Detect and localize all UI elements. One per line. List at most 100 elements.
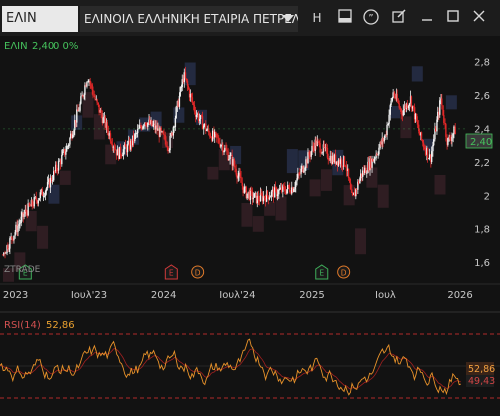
volume-box	[343, 185, 355, 206]
candle-body	[7, 245, 9, 250]
volume-box	[377, 184, 389, 208]
volume-box	[286, 149, 298, 174]
candle-body	[53, 170, 56, 172]
toolbar: ΕΛΙΝ ΕΛΙΝΟΙΛ ΕΛΛΗΝΙΚΗ ΕΤΑΙΡΙΑ ΠΕΤΡΕΛΑΙΩ …	[0, 0, 500, 36]
candle-body	[331, 155, 334, 164]
candle-body	[451, 136, 453, 141]
candle-body	[280, 187, 283, 192]
candle-body	[368, 161, 370, 171]
candle-body	[422, 142, 425, 148]
candle-body	[293, 189, 295, 193]
candle-body	[286, 184, 289, 190]
y-tick-label: 2,2	[474, 158, 490, 169]
candle-body	[78, 110, 80, 112]
volume-box	[241, 202, 253, 227]
candle-body	[412, 105, 415, 108]
candle-body	[171, 132, 173, 136]
candle-body	[102, 117, 104, 123]
candle-body	[67, 144, 70, 147]
last-price-text: 2,40	[470, 137, 492, 148]
candle-body	[333, 154, 336, 163]
candle-body	[317, 140, 319, 142]
candle-body	[9, 238, 11, 249]
candle-body	[430, 151, 433, 162]
legend-change: 0 0%	[53, 41, 78, 52]
candle-body	[98, 104, 100, 113]
x-tick-label: 2024	[151, 290, 176, 301]
candle-body	[134, 133, 137, 135]
candle-body	[70, 133, 72, 139]
candle-body	[136, 129, 139, 134]
candle-body	[211, 130, 214, 141]
x-tick-label: 2025	[299, 290, 324, 301]
close-icon[interactable]	[470, 9, 488, 27]
layout-icon[interactable]	[336, 9, 354, 27]
candle-body	[270, 191, 273, 197]
candle-body	[86, 81, 88, 87]
candle-body	[404, 105, 407, 110]
legend-symbol: ΕΛΙΝ	[4, 41, 28, 52]
candle-body	[250, 189, 252, 191]
candle-body	[370, 158, 372, 168]
candle-body	[100, 109, 102, 115]
candle-body	[276, 194, 279, 197]
candle-body	[272, 189, 275, 198]
candle-body	[29, 205, 31, 207]
candle-body	[380, 142, 382, 145]
candle-body	[94, 96, 96, 100]
candle-body	[145, 122, 147, 126]
candle-body	[178, 95, 181, 107]
minimize-icon[interactable]	[418, 9, 436, 27]
maximize-icon[interactable]	[444, 9, 462, 27]
candle-body	[439, 100, 441, 115]
candle-body	[297, 173, 299, 179]
candle-body	[447, 138, 449, 145]
candle-body	[174, 118, 177, 128]
edit-icon[interactable]	[390, 9, 408, 27]
candle-body	[151, 120, 153, 126]
candle-body	[327, 157, 329, 160]
candle-body	[35, 197, 37, 201]
candle-body	[90, 83, 92, 85]
event-marker: D	[191, 265, 205, 279]
candle-body	[43, 195, 46, 197]
event-marker-letter: E	[169, 269, 174, 278]
candle-body	[432, 139, 435, 146]
candle-body	[418, 130, 421, 136]
candle-body	[130, 140, 133, 146]
candle-body	[325, 147, 327, 149]
candle-body	[343, 156, 346, 166]
y-tick-label: 2,8	[474, 58, 490, 69]
candle-body	[351, 192, 354, 196]
x-tick-label: Ιουλ	[375, 290, 396, 301]
candle-body	[191, 97, 194, 103]
chevron-down-icon[interactable]	[282, 15, 294, 22]
candle-body	[47, 179, 50, 183]
candle-body	[437, 111, 439, 120]
candle-body	[260, 193, 263, 195]
chart-window: ΕΛΙΝ ΕΛΙΝΟΙΛ ΕΛΛΗΝΙΚΗ ΕΤΑΙΡΙΑ ΠΕΤΡΕΛΑΙΩ …	[0, 0, 500, 416]
chart-area[interactable]: 2,82,62,42,221,81,6 2023 Ιουλ'23 2024 Ιουλ'…	[0, 36, 500, 416]
candle-body	[349, 182, 352, 190]
candle-body	[416, 121, 419, 125]
candle-body	[106, 122, 108, 131]
symbol-input[interactable]: ΕΛΙΝ	[2, 6, 78, 32]
candle-body	[92, 90, 94, 96]
candle-body	[19, 222, 21, 225]
candle-body	[126, 144, 129, 153]
company-name-select[interactable]: ΕΛΙΝΟΙΛ ΕΛΛΗΝΙΚΗ ΕΤΑΙΡΙΑ ΠΕΤΡΕΛΑΙΩ	[80, 6, 298, 32]
candle-body	[420, 132, 423, 140]
quote-icon[interactable]: ”	[362, 9, 380, 27]
candle-body	[61, 151, 64, 155]
candle-body	[224, 147, 226, 152]
x-tick-label: 2023	[3, 290, 28, 301]
candle-body	[319, 143, 321, 153]
candle-body	[181, 79, 183, 88]
candle-body	[262, 196, 265, 202]
volume-box	[59, 170, 71, 185]
candle-body	[341, 165, 344, 167]
interval-h-button[interactable]: H	[308, 9, 326, 27]
rsi-badge-bottom-text: 49,43	[468, 376, 495, 387]
candle-body	[226, 149, 228, 152]
candle-body	[241, 182, 243, 186]
